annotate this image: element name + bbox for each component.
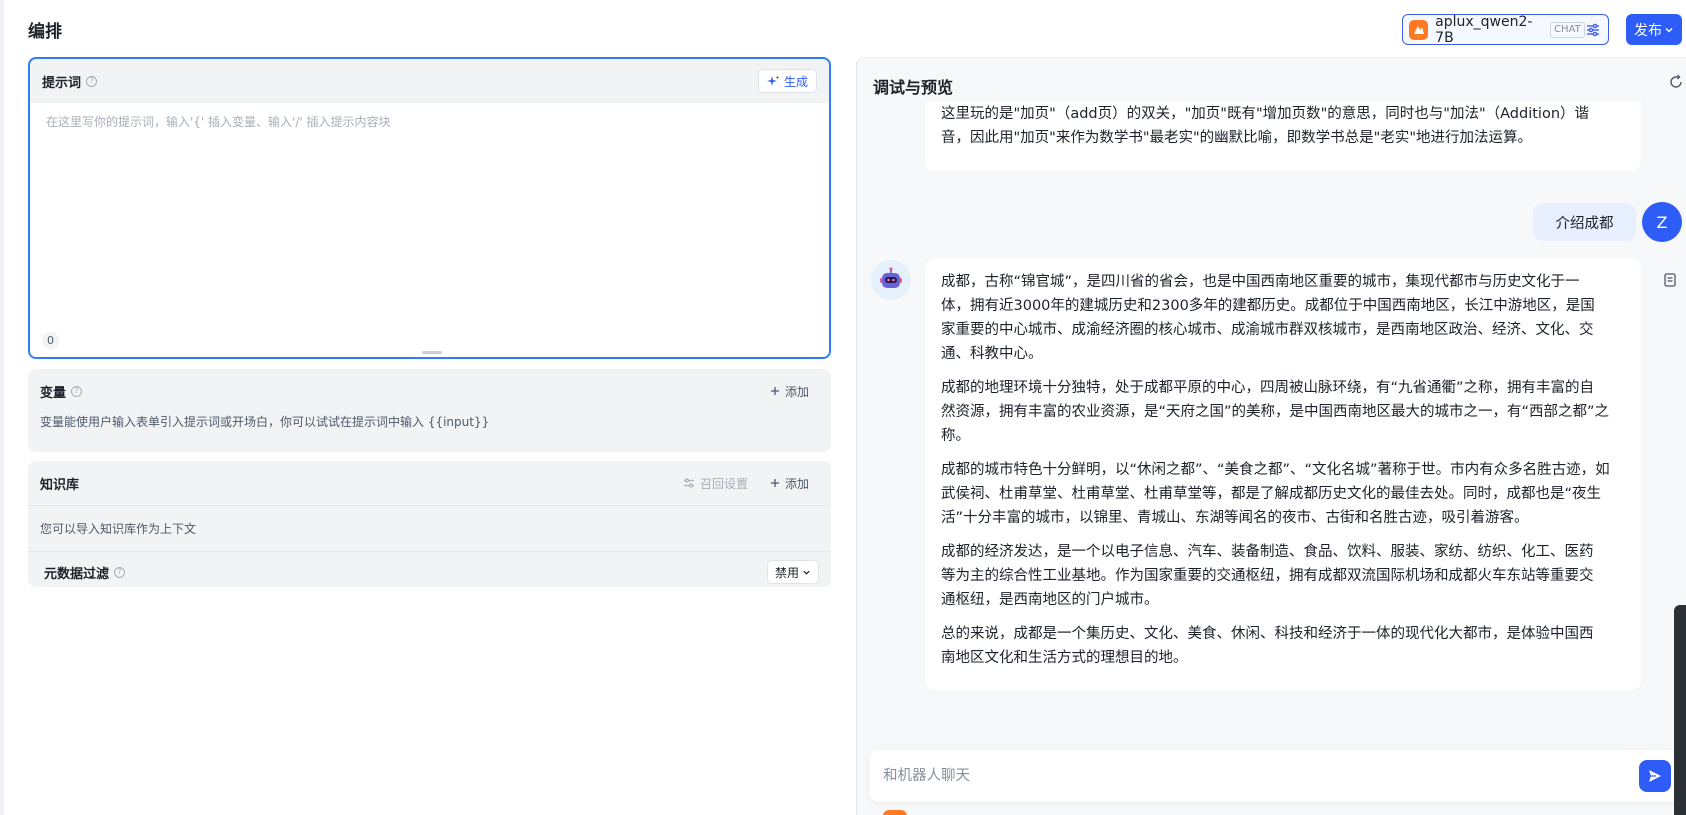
add-knowledge-button[interactable]: 添加 xyxy=(770,475,819,492)
prompt-help-icon[interactable]: ? xyxy=(86,75,98,87)
chevron-down-icon xyxy=(1665,27,1673,32)
message-line: 成都的经济发达，是一个以电子信息、汽车、装备制造、食品、饮料、服装、家纺、纺织、… xyxy=(941,544,1594,560)
user-avatar: Z xyxy=(1642,202,1682,242)
chevron-down-icon xyxy=(803,570,810,575)
model-name: aplux_qwen2-7B xyxy=(1435,13,1533,46)
plus-icon xyxy=(770,387,779,395)
knowledge-description: 您可以导入知识库作为上下文 xyxy=(40,522,197,536)
page-title: 编排 xyxy=(28,22,62,42)
add-variable-button[interactable]: 添加 xyxy=(770,383,819,400)
preview-panel: 调试与预览 这里玩的是"加页"（add页）的双关，"加页"既有"增加页数"的意思… xyxy=(856,57,1686,815)
bot-paragraph: 成都的城市特色十分鲜明，以“休闲之都”、“美食之都”、“文化名城”著称于世。市内… xyxy=(941,458,1625,530)
knowledge-card: 知识库 召回设置 添加 您可以导入知识库作为上下文 元数据过滤 ? 禁用 xyxy=(28,461,831,587)
prompt-header: 提示词 ? 生成 xyxy=(30,59,829,103)
side-toolbar-strip[interactable] xyxy=(1674,605,1686,815)
message-line: 成都，古称“锦官城”，是四川省的省会，也是中国西南地区重要的城市，集现代都市与历… xyxy=(941,274,1580,290)
metadata-filter-select[interactable]: 禁用 xyxy=(766,560,819,584)
knowledge-label: 知识库 xyxy=(40,477,80,493)
send-icon xyxy=(1649,770,1661,782)
variables-label: 变量 xyxy=(40,385,67,401)
chat-input[interactable] xyxy=(883,763,1623,789)
user-message: 介绍成都 xyxy=(1533,203,1636,241)
metadata-help-icon[interactable]: ? xyxy=(114,566,126,578)
prompt-label: 提示词 xyxy=(42,75,82,91)
bot-paragraph: 成都的经济发达，是一个以电子信息、汽车、装备制造、食品、饮料、服装、家纺、纺织、… xyxy=(941,540,1625,612)
metadata-filter-row: 元数据过滤 ? 禁用 xyxy=(28,552,831,587)
variables-card: 变量 ? 添加 变量能使用户输入表单引入提示词或开场白，你可以试试在提示词中输入… xyxy=(28,369,831,452)
add-variable-label: 添加 xyxy=(784,384,809,399)
robot-icon xyxy=(880,267,902,288)
prompt-editor[interactable]: 0 xyxy=(30,103,829,357)
bot-message-previous: 这里玩的是"加页"（add页）的双关，"加页"既有"增加页数"的意思，同时也与"… xyxy=(925,102,1641,171)
message-line: 这里玩的是"加页"（add页）的双关，"加页"既有"增加页数"的意思，同时也与"… xyxy=(941,106,1590,122)
message-line: 总的来说，成都是一个集历史、文化、美食、休闲、科技和经济于一体的现代化大都市，是… xyxy=(941,626,1594,642)
bot-avatar xyxy=(871,260,911,300)
partial-badge xyxy=(883,810,907,815)
add-knowledge-label: 添加 xyxy=(784,476,809,491)
prompt-input[interactable] xyxy=(46,113,806,139)
plus-icon xyxy=(770,479,779,487)
variables-header: 变量 ? 添加 xyxy=(28,369,831,413)
publish-button[interactable]: 发布 xyxy=(1626,14,1682,45)
resize-handle[interactable] xyxy=(422,351,442,354)
recall-settings-button[interactable]: 召回设置 xyxy=(683,475,770,492)
message-line: 武侯祠、杜甫草堂、杜甫草堂、杜甫草堂等，都是了解成都历史文化的最佳去处。同时，成… xyxy=(941,486,1602,502)
model-settings-icon[interactable] xyxy=(1585,21,1602,39)
message-line: 称。 xyxy=(941,428,970,444)
message-line: 活”十分丰富的城市，以锦里、青城山、东湖等闻名的夜市、古街和名胜古迹，吸引着游客… xyxy=(941,510,1529,526)
message-line: 等为主的综合性工业基地。作为国家重要的交通枢纽，拥有成都双流国际机场和成都火车东… xyxy=(941,568,1594,584)
message-line: 体，拥有近3000年的建城历史和2300多年的建都历史。成都位于中国西南地区，长… xyxy=(941,298,1595,314)
sparkle-icon xyxy=(766,75,780,86)
bot-paragraph: 总的来说，成都是一个集历史、文化、美食、休闲、科技和经济于一体的现代化大都市，是… xyxy=(941,622,1625,670)
bot-message: 成都，古称“锦官城”，是四川省的省会，也是中国西南地区重要的城市，集现代都市与历… xyxy=(925,258,1641,690)
prompt-card: 提示词 ? 生成 0 xyxy=(28,57,831,359)
metadata-filter-value: 禁用 xyxy=(774,565,799,580)
message-line: 成都的城市特色十分鲜明，以“休闲之都”、“美食之都”、“文化名城”著称于世。市内… xyxy=(941,462,1610,478)
model-type-tag: CHAT xyxy=(1550,21,1585,38)
variables-help-icon[interactable]: ? xyxy=(71,385,83,397)
left-edge-bar xyxy=(0,0,4,815)
knowledge-header: 知识库 召回设置 添加 xyxy=(28,461,831,505)
bot-paragraph: 成都，古称“锦官城”，是四川省的省会，也是中国西南地区重要的城市，集现代都市与历… xyxy=(941,270,1625,366)
publish-label: 发布 xyxy=(1634,22,1662,39)
generate-button[interactable]: 生成 xyxy=(757,69,817,93)
bot-paragraph: 成都的地理环境十分独特，处于成都平原的中心，四周被山脉环绕，有“九省通衢”之称，… xyxy=(941,376,1625,448)
message-line: 通、科教中心。 xyxy=(941,346,1043,362)
message-line: 音，因此用"加页"来作为数学书"最老实"的幽默比喻，即数学书总是"老实"地进行加… xyxy=(941,130,1533,146)
chat-input-box xyxy=(869,750,1684,802)
char-count: 0 xyxy=(42,332,59,349)
copy-icon[interactable] xyxy=(1662,272,1678,288)
message-line: 通枢纽，是西南地区的门户城市。 xyxy=(941,592,1159,608)
send-button[interactable] xyxy=(1639,760,1671,792)
metadata-filter-label: 元数据过滤 xyxy=(44,566,110,582)
generate-label: 生成 xyxy=(783,74,808,89)
message-line: 然资源，拥有丰富的农业资源，是“天府之国”的美称，是中国西南地区最大的城市之一，… xyxy=(941,404,1610,420)
model-selector[interactable]: aplux_qwen2-7B CHAT xyxy=(1402,13,1609,46)
message-line: 家重要的中心城市、成渝经济圈的核心城市、成渝城市群双核城市，是西南地区政治、经济… xyxy=(941,322,1594,338)
recall-settings-label: 召回设置 xyxy=(699,476,748,491)
variables-description: 变量能使用户输入表单引入提示词或开场白，你可以试试在提示词中输入 {{input… xyxy=(40,415,490,429)
refresh-icon[interactable] xyxy=(1668,74,1684,90)
message-line: 成都的地理环境十分独特，处于成都平原的中心，四周被山脉环绕，有“九省通衢”之称，… xyxy=(941,380,1595,396)
message-line: 南地区文化和生活方式的理想目的地。 xyxy=(941,650,1188,666)
preview-title: 调试与预览 xyxy=(873,78,954,97)
model-logo-icon xyxy=(1409,19,1429,40)
sliders-icon xyxy=(683,478,694,488)
